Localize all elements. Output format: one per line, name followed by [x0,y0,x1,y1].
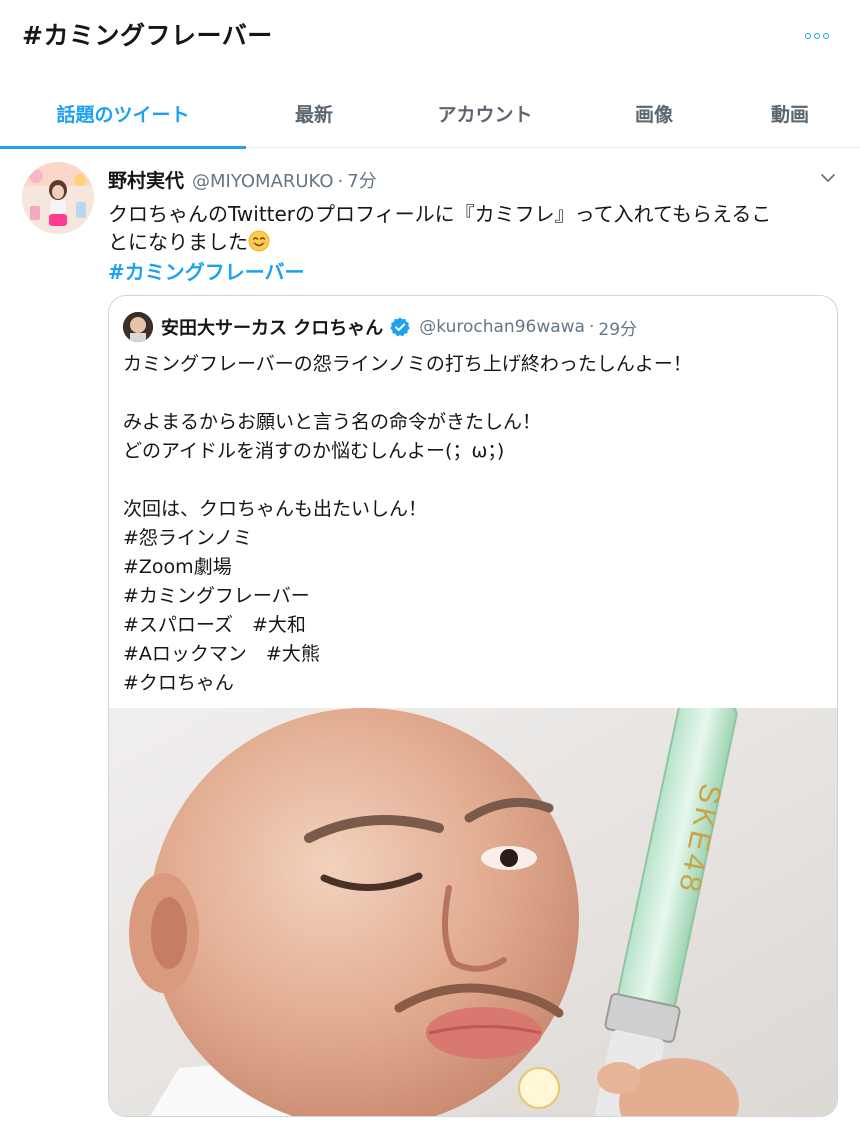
hashtag-link[interactable]: #カミングフレーバー [108,256,305,285]
tab-accounts[interactable]: アカウント [382,78,588,148]
quoted-text-blank [123,379,823,408]
avatar[interactable] [22,162,94,234]
quoted-avatar[interactable] [123,312,153,342]
tweet-text: クロちゃんのTwitterのプロフィールに『カミフレ』って入れてもらえるこ とに… [108,200,828,256]
tab-images[interactable]: 画像 [588,78,720,148]
quoted-display-name[interactable]: 安田大サーカス クロちゃん [161,314,383,340]
tab-top-tweets[interactable]: 話題のツイート [0,78,246,149]
quoted-tweet-meta: 安田大サーカス クロちゃん @kurochan96wawa · 29分 [123,312,637,342]
quoted-tweet-photo[interactable]: SKE48 [109,708,837,1116]
quoted-text-line: みよまるからお願いと言う名の命令がきたしん！ [123,411,542,433]
quoted-handle[interactable]: @kurochan96wawa [419,317,585,337]
more-dots-icon[interactable] [802,26,832,46]
quoted-hashtag-line[interactable]: #カミングフレーバー [123,582,823,611]
display-name[interactable]: 野村実代 [108,166,184,193]
tweet-text-line: とになりました [108,228,828,256]
quoted-tweet[interactable]: 安田大サーカス クロちゃん @kurochan96wawa · 29分 カミング… [108,295,838,1117]
quoted-timestamp[interactable]: 29分 [598,315,637,340]
tab-videos[interactable]: 動画 [720,78,860,148]
page-header: #カミングフレーバー [0,0,860,72]
avatar-image [22,162,94,234]
search-tabs: 話題のツイート 最新 アカウント 画像 動画 [0,78,860,149]
separator: · [337,171,344,192]
quoted-text-line: カミングフレーバーの怨ラインノミの打ち上げ終わったしんよー！ [123,353,692,375]
timestamp[interactable]: 7分 [347,167,376,193]
smiling-face-emoji-icon [248,230,270,252]
quoted-hashtag-line[interactable]: #スパローズ #大和 [123,611,823,640]
tweet-text-line-part: とになりました [108,230,248,254]
tab-latest[interactable]: 最新 [246,78,382,148]
quoted-hashtag-line[interactable]: #Aロックマン #大熊 [123,640,823,669]
tweet-meta: 野村実代 @MIYOMARUKO · 7分 [108,166,377,192]
quoted-hashtag-line[interactable]: #怨ラインノミ [123,524,823,553]
verified-badge-icon [390,317,411,337]
quoted-text-line: 次回は、クロちゃんも出たいしん！ [123,498,428,520]
photo-illustration: SKE48 [109,708,837,1116]
quoted-tweet-text: カミングフレーバーの怨ラインノミの打ち上げ終わったしんよー！ みよまるからお願い… [123,350,823,698]
page-title: #カミングフレーバー [22,21,273,50]
quoted-text-blank [123,466,823,495]
tweet[interactable]: 野村実代 @MIYOMARUKO · 7分 クロちゃんのTwitterのプロフィ… [0,150,860,1125]
quoted-text-line: どのアイドルを消すのか悩むしんよー(；ω；) [123,440,505,462]
tweet-text-line: クロちゃんのTwitterのプロフィールに『カミフレ』って入れてもらえるこ [108,202,772,226]
chevron-down-icon[interactable] [818,168,838,188]
quoted-hashtag-line[interactable]: #Zoom劇場 [123,553,823,582]
quoted-separator: · [588,317,595,337]
quoted-hashtag-line[interactable]: #クロちゃん [123,669,823,698]
handle[interactable]: @MIYOMARUKO [192,171,334,192]
